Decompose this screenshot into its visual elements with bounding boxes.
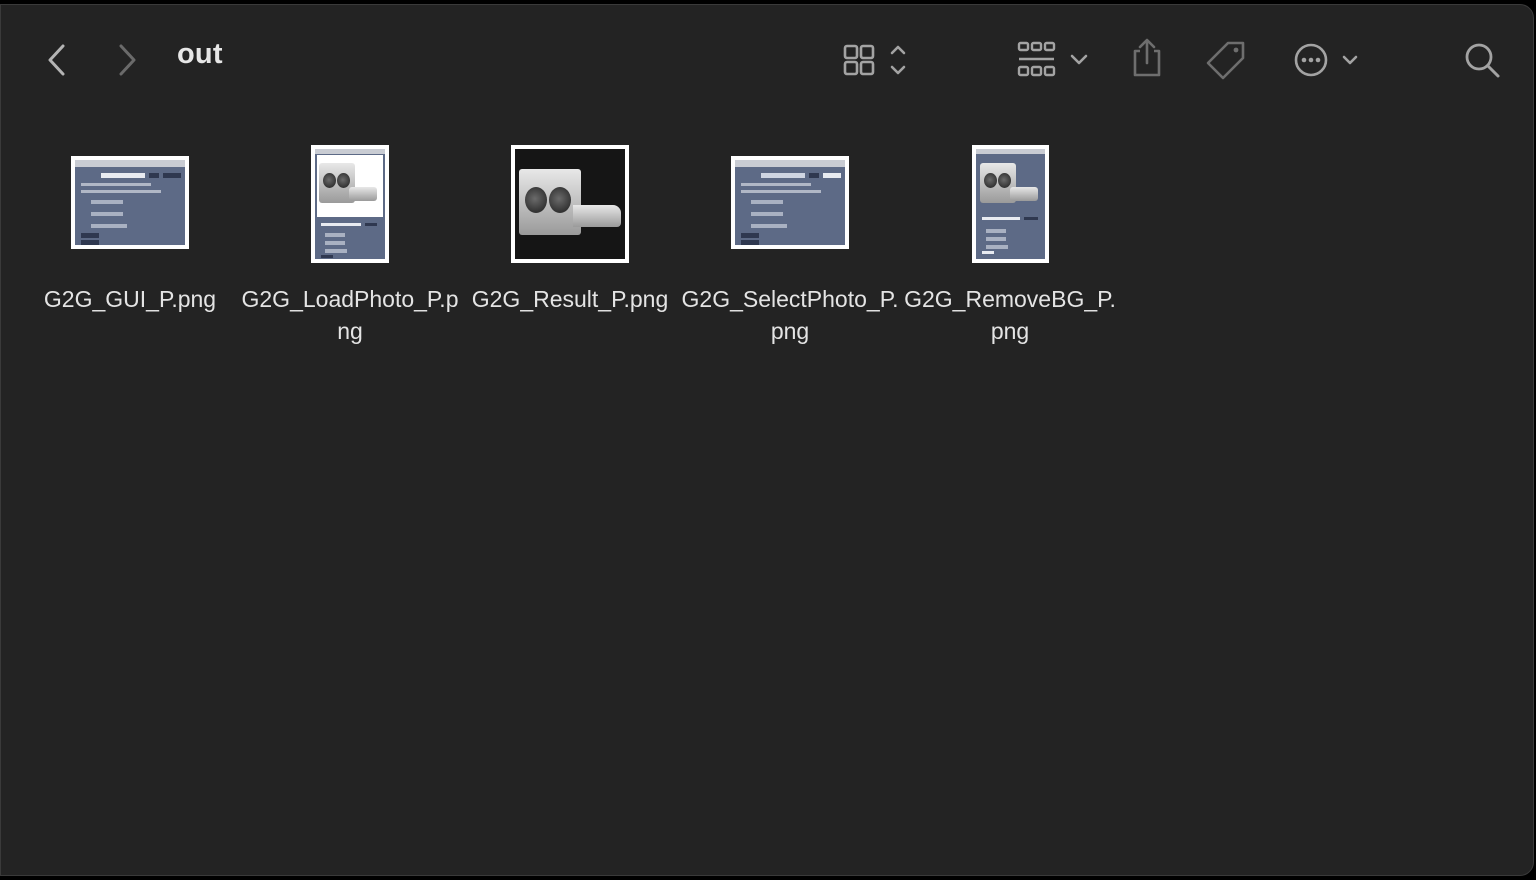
search-button[interactable]	[1461, 39, 1503, 81]
thumbnail-area	[20, 125, 240, 275]
chevron-right-icon	[119, 44, 136, 76]
file-item[interactable]: G2G_GUI_P.png	[20, 125, 240, 365]
thumbnail-image	[515, 149, 625, 259]
more-actions-icon	[1294, 43, 1358, 77]
file-item[interactable]: G2G_RemoveBG_P.png	[900, 125, 1120, 365]
file-name: G2G_LoadPhoto_P.png	[241, 286, 459, 344]
tag-button[interactable]	[1203, 39, 1249, 83]
file-item[interactable]: G2G_SelectPhoto_P.png	[680, 125, 900, 365]
group-by-button[interactable]	[1013, 39, 1093, 81]
forward-button[interactable]	[109, 41, 145, 79]
file-name: G2G_RemoveBG_P.png	[904, 286, 1116, 344]
file-thumbnail	[71, 156, 189, 249]
tag-icon	[1206, 41, 1245, 80]
file-name: G2G_Result_P.png	[471, 286, 669, 312]
more-actions-button[interactable]	[1291, 39, 1363, 81]
file-item[interactable]: G2G_LoadPhoto_P.png	[240, 125, 460, 365]
toolbar: out	[1, 5, 1533, 107]
thumbnail-image	[735, 160, 845, 245]
file-thumbnail	[311, 145, 389, 263]
file-thumbnail	[972, 145, 1049, 263]
thumbnail-image	[75, 160, 185, 245]
thumbnail-area	[460, 125, 680, 275]
file-name: G2G_SelectPhoto_P.png	[681, 286, 899, 344]
file-thumbnail	[511, 145, 629, 263]
group-by-icon	[1017, 41, 1088, 77]
thumbnail-area	[240, 125, 460, 275]
back-button[interactable]	[39, 41, 75, 79]
icon-grid-view-icon	[843, 44, 906, 76]
finder-window: out G2G_GUI_P.png G2G_LoadPhoto_P.png G2…	[0, 4, 1534, 876]
file-thumbnail	[731, 156, 849, 249]
file-name: G2G_GUI_P.png	[43, 286, 217, 312]
share-button[interactable]	[1127, 35, 1167, 81]
share-icon	[1133, 38, 1161, 77]
file-item[interactable]: G2G_Result_P.png	[460, 125, 680, 365]
view-mode-button[interactable]	[839, 39, 917, 81]
thumbnail-image	[976, 149, 1045, 259]
thumbnail-area	[900, 125, 1120, 275]
thumbnail-area	[680, 125, 900, 275]
search-icon	[1465, 43, 1500, 78]
chevron-left-icon	[48, 44, 65, 76]
thumbnail-image	[315, 149, 385, 259]
window-title: out	[177, 38, 223, 70]
